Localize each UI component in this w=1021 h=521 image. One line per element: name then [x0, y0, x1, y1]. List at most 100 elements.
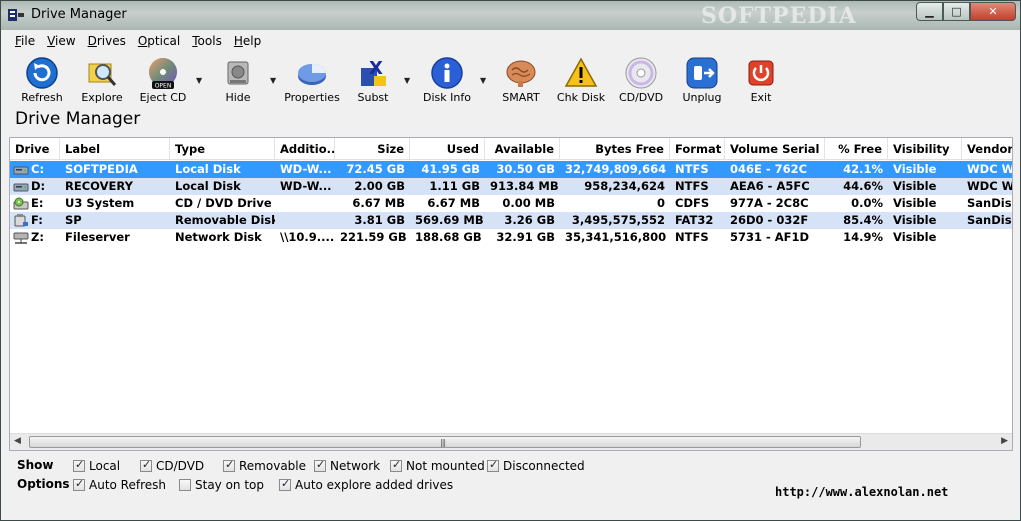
show-cddvd-checkbox[interactable]: CD/DVD: [140, 458, 204, 473]
table-cell: 188.68 GB: [415, 230, 482, 244]
table-cell: 41.95 GB: [421, 162, 480, 176]
smart-button[interactable]: SMART: [499, 56, 543, 106]
website-link[interactable]: http://www.alexnolan.net: [775, 485, 948, 499]
table-row[interactable]: E: U3 System CD / DVD Drive 6.67 MB 6.67 MB 0…: [10, 195, 1012, 212]
table-row[interactable]: D: RECOVERY Local Disk WD-W... 2.00 GB 1.11 G…: [10, 178, 1012, 195]
table-cell: AEA6 - A5FC: [730, 179, 810, 193]
close-button[interactable]: ✕: [970, 2, 1016, 21]
subst-button[interactable]: X Subst: [353, 56, 393, 106]
hide-dropdown-arrow[interactable]: ▼: [270, 76, 276, 85]
col-vendor[interactable]: Vendor: [962, 138, 1012, 160]
watermark: SOFTPEDIA: [701, 3, 857, 29]
table-cell: 26D0 - 032F: [730, 213, 809, 227]
svg-text:OPEN: OPEN: [155, 83, 172, 90]
menu-view[interactable]: View: [41, 34, 81, 48]
table-cell: D:: [31, 179, 46, 193]
maximize-button[interactable]: □: [943, 2, 970, 21]
table-cell: [275, 212, 335, 229]
chk-disk-button[interactable]: Chk Disk: [557, 56, 605, 106]
table-cell: 3,495,575,552: [571, 213, 665, 227]
horizontal-scrollbar[interactable]: ◀ ||| ▶: [10, 433, 1012, 450]
scrollbar-thumb[interactable]: |||: [29, 436, 861, 448]
col-label[interactable]: Label: [60, 138, 170, 160]
col-drive[interactable]: Drive: [10, 138, 60, 160]
table-cell: 977A - 2C8C: [730, 196, 809, 210]
col-visibility[interactable]: Visibility: [888, 138, 962, 160]
table-cell: U3 System: [65, 196, 135, 210]
drives-table[interactable]: Drive Label Type Additio... Size Used Av…: [9, 137, 1013, 451]
table-row[interactable]: F: SP Removable Disk 3.81 GB 569.69 MB 3.26 G…: [10, 212, 1012, 229]
col-format[interactable]: Format: [670, 138, 725, 160]
window-title: Drive Manager: [31, 7, 127, 22]
table-cell: NTFS: [675, 162, 709, 176]
checkbox-icon: [179, 479, 191, 491]
menu-tools[interactable]: Tools: [186, 34, 228, 48]
warning-icon: [564, 57, 598, 87]
menu-help[interactable]: Help: [228, 34, 267, 48]
table-cell: [275, 195, 335, 212]
svg-text:X: X: [369, 58, 383, 79]
menu-optical[interactable]: Optical: [132, 34, 186, 48]
table-row[interactable]: C: SOFTPEDIA Local Disk WD-W... 72.45 GB 41.9…: [10, 161, 1012, 178]
checkbox-icon: [487, 458, 499, 472]
table-row[interactable]: Z: Fileserver Network Disk \\10.9.... 221.59…: [10, 229, 1012, 246]
table-cell: 0.00 MB: [502, 196, 555, 210]
stay-on-top-checkbox[interactable]: Stay on top: [179, 478, 264, 492]
cd-dvd-button[interactable]: CD/DVD: [619, 56, 663, 106]
table-cell: WDC WD: [967, 162, 1012, 176]
table-cell: [962, 229, 1012, 246]
checkbox-icon: [73, 458, 85, 472]
table-cell: Visible: [893, 230, 937, 244]
show-disconnected-checkbox[interactable]: Disconnected: [487, 458, 585, 473]
table-cell: 2.00 GB: [354, 179, 405, 193]
eject-cd-button[interactable]: OPEN Eject CD: [139, 56, 187, 106]
col-additional[interactable]: Additio...: [275, 138, 335, 160]
refresh-icon: [26, 57, 58, 89]
table-cell: Z:: [31, 230, 44, 244]
table-cell: NTFS: [675, 179, 709, 193]
minimize-button[interactable]: ▁: [916, 2, 943, 21]
show-local-checkbox[interactable]: Local: [73, 458, 120, 473]
eject-dropdown-arrow[interactable]: ▼: [196, 76, 202, 85]
table-cell: 42.1%: [843, 162, 883, 176]
hide-button[interactable]: Hide: [217, 56, 259, 106]
title-bar[interactable]: Drive Manager SOFTPEDIA ▁ □ ✕: [1, 1, 1020, 30]
col-available[interactable]: Available: [485, 138, 560, 160]
exit-button[interactable]: Exit: [743, 56, 779, 106]
table-cell: 221.59 GB: [340, 230, 407, 244]
show-removable-checkbox[interactable]: Removable: [223, 458, 306, 473]
disk-info-dropdown-arrow[interactable]: ▼: [480, 76, 486, 85]
menu-drives[interactable]: Drives: [82, 34, 132, 48]
subst-icon: X: [361, 58, 386, 86]
table-cell: 3.81 GB: [354, 213, 405, 227]
table-cell: 44.6%: [843, 179, 883, 193]
table-cell: SP: [65, 213, 82, 227]
table-cell: \\10.9....: [280, 230, 335, 244]
table-cell: SOFTPEDIA: [65, 162, 138, 176]
auto-refresh-checkbox[interactable]: Auto Refresh: [73, 477, 166, 492]
col-volume-serial[interactable]: Volume Serial: [725, 138, 825, 160]
subst-dropdown-arrow[interactable]: ▼: [404, 76, 410, 85]
table-cell: Local Disk: [175, 179, 241, 193]
table-header: Drive Label Type Additio... Size Used Av…: [10, 138, 1012, 160]
refresh-button[interactable]: Refresh: [21, 56, 63, 106]
show-not-mounted-checkbox[interactable]: Not mounted: [390, 458, 485, 473]
scroll-right-icon[interactable]: ▶: [1001, 436, 1008, 446]
properties-button[interactable]: Properties: [284, 56, 340, 106]
table-cell: 569.69 MB: [415, 213, 484, 227]
options-label: Options: [17, 477, 70, 491]
power-icon: [748, 60, 774, 86]
checkbox-icon: [314, 458, 326, 472]
scroll-left-icon[interactable]: ◀: [14, 436, 21, 446]
col-type[interactable]: Type: [170, 138, 275, 160]
disk-info-button[interactable]: Disk Info: [423, 56, 471, 106]
unplug-button[interactable]: Unplug: [681, 56, 723, 106]
show-network-checkbox[interactable]: Network: [314, 458, 380, 473]
explore-button[interactable]: Explore: [81, 56, 123, 106]
col-percent-free[interactable]: % Free: [825, 138, 888, 160]
col-used[interactable]: Used: [410, 138, 485, 160]
col-size[interactable]: Size: [335, 138, 410, 160]
auto-explore-checkbox[interactable]: Auto explore added drives: [279, 477, 453, 492]
col-bytes-free[interactable]: Bytes Free: [560, 138, 670, 160]
menu-file[interactable]: File: [9, 34, 41, 48]
